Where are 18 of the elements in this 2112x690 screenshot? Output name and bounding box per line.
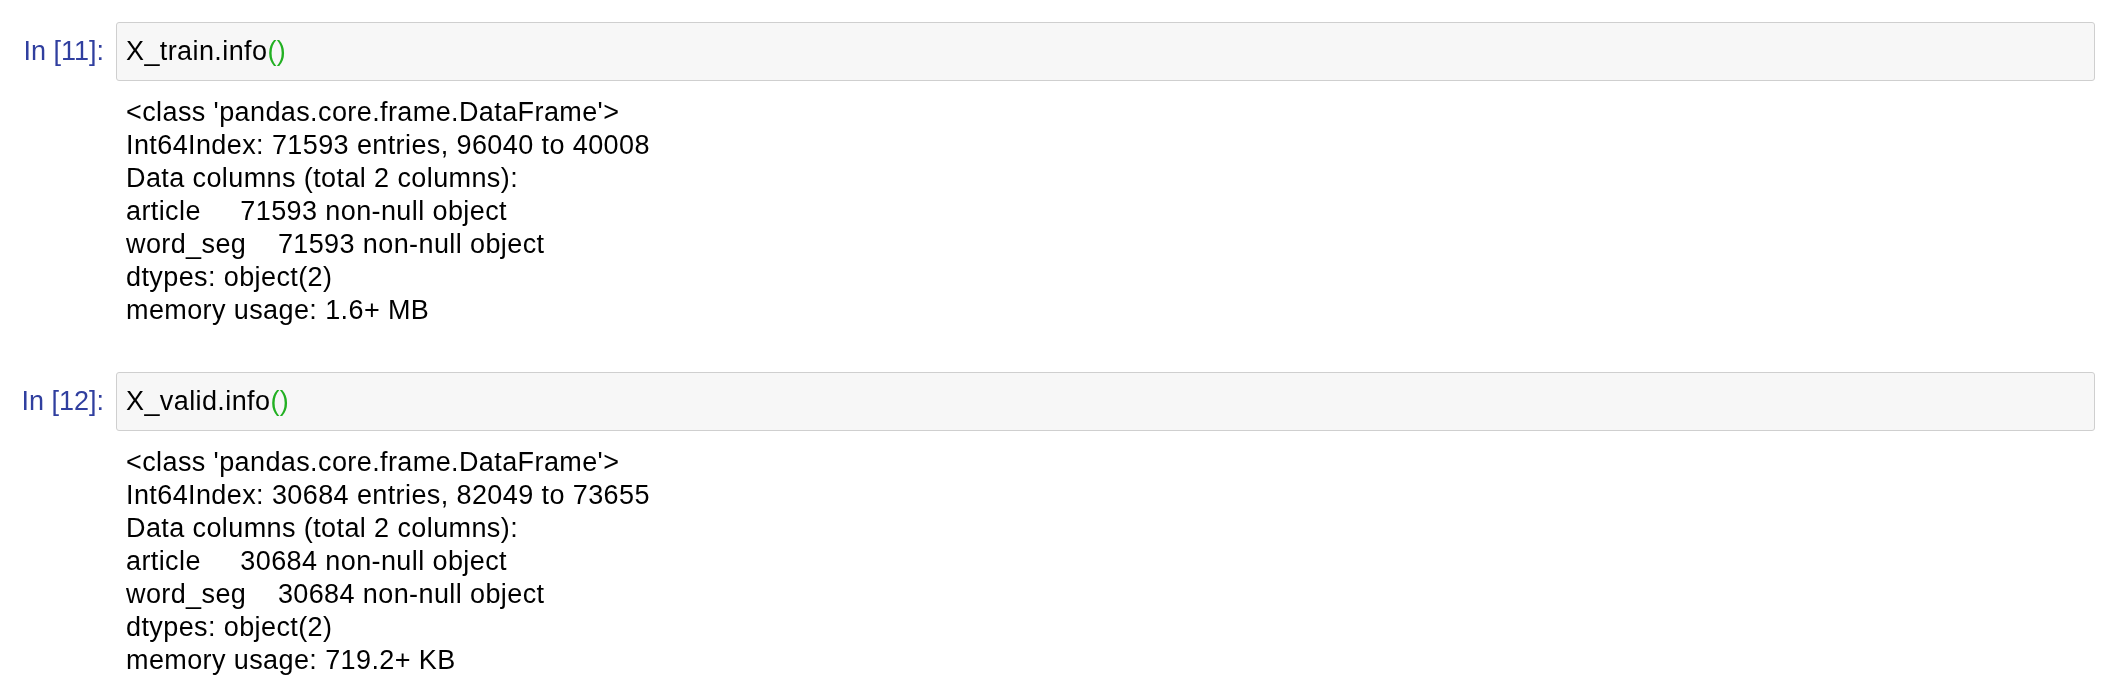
input-prompt: In [11]: <box>23 35 104 68</box>
output-line: dtypes: object(2) <box>126 611 333 644</box>
output-line: memory usage: 1.6+ MB <box>126 294 430 327</box>
output-line: <class 'pandas.core.frame.DataFrame'> <box>126 96 620 129</box>
output-line: Int64Index: 30684 entries, 82049 to 73655 <box>126 479 650 512</box>
output-line: article 71593 non-null object <box>126 195 507 228</box>
output-line: word_seg 30684 non-null object <box>126 578 545 611</box>
output-line: article 30684 non-null object <box>126 545 507 578</box>
input-prompt: In [12]: <box>21 385 104 418</box>
output-line: dtypes: object(2) <box>126 261 333 294</box>
output-line: word_seg 71593 non-null object <box>126 228 545 261</box>
output-line: memory usage: 719.2+ KB <box>126 644 456 677</box>
code-input-field[interactable]: X_valid.info() <box>116 372 2095 431</box>
output-line: <class 'pandas.core.frame.DataFrame'> <box>126 446 620 479</box>
output-line: Data columns (total 2 columns): <box>126 162 519 195</box>
output-line: Int64Index: 71593 entries, 96040 to 40008 <box>126 129 650 162</box>
code-input-field[interactable]: X_train.info() <box>116 22 2095 81</box>
output-line: Data columns (total 2 columns): <box>126 512 519 545</box>
